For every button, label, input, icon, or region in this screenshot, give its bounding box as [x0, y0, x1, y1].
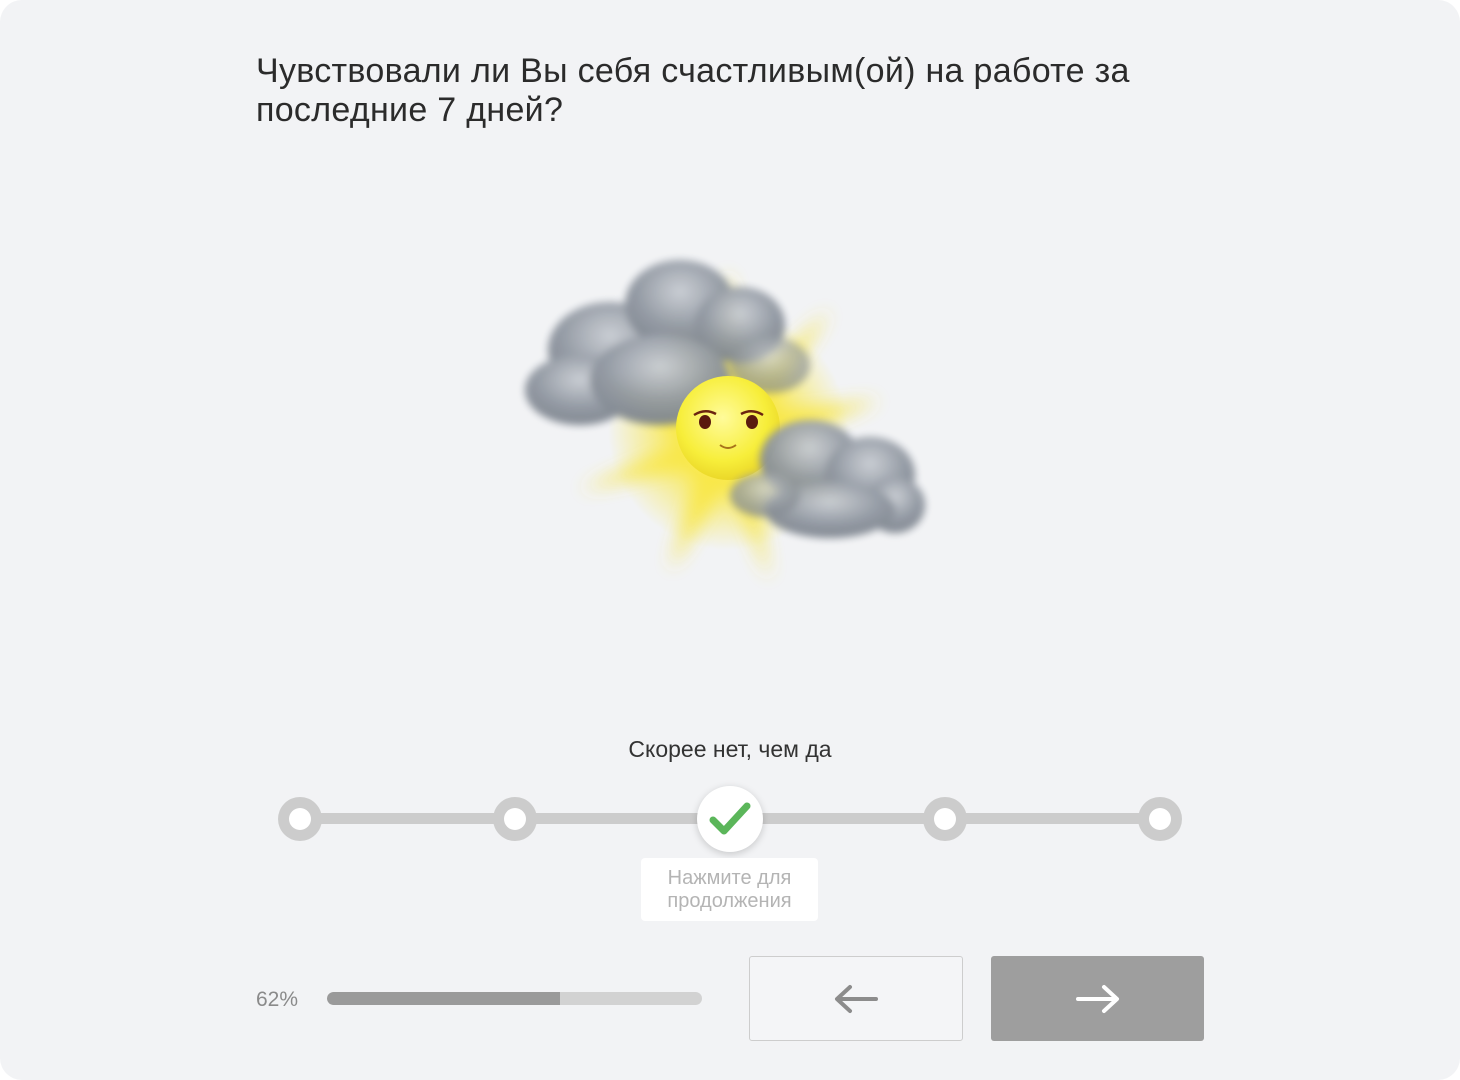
scale-option-1[interactable] — [278, 797, 322, 841]
progress-percent: 62% — [256, 988, 299, 1011]
selected-answer-label: Скорее нет, чем да — [628, 736, 832, 762]
sun-behind-clouds-icon — [525, 260, 925, 580]
scale-option-5[interactable] — [1138, 797, 1182, 841]
check-icon — [709, 802, 751, 835]
survey-card: Чувствовали ли Вы себя счастливым(ой) на… — [0, 0, 1460, 1080]
continue-hint[interactable]: Нажмите для продолжения — [641, 858, 818, 921]
back-button[interactable] — [749, 956, 963, 1041]
progress-bar — [327, 992, 702, 1005]
next-button[interactable] — [991, 956, 1204, 1041]
question-title: Чувствовали ли Вы себя счастливым(ой) на… — [256, 52, 1130, 129]
scale-option-4[interactable] — [923, 797, 967, 841]
mood-illustration — [500, 230, 960, 610]
arrow-left-icon — [835, 984, 878, 1013]
arrow-right-icon — [1075, 984, 1119, 1013]
scale-option-2[interactable] — [493, 797, 537, 841]
progress-bar-fill — [327, 992, 560, 1005]
scale-option-3[interactable] — [697, 786, 763, 852]
answer-scale — [270, 780, 1190, 860]
